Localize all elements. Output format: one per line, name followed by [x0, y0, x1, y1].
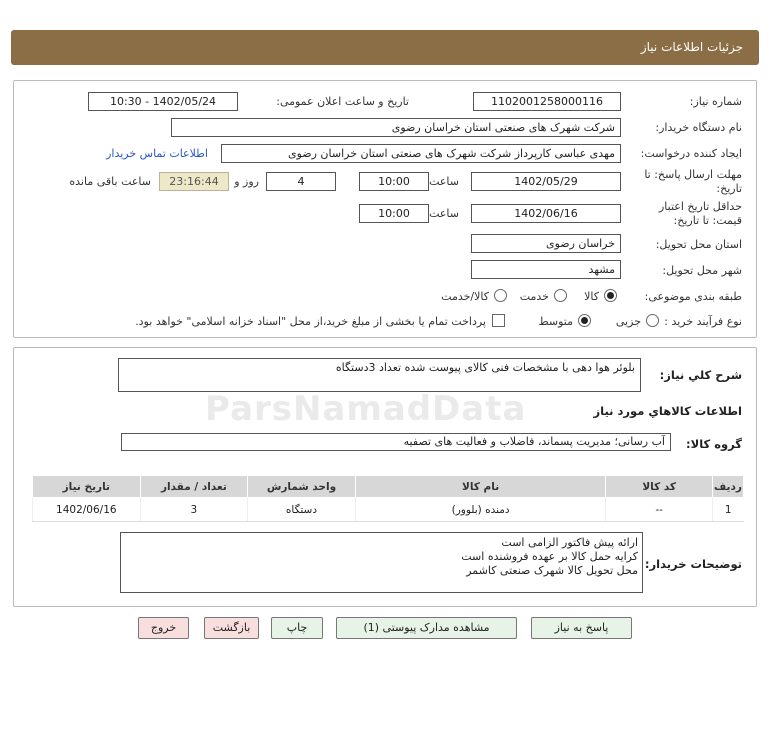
buyer-org-field: شرکت شهرک های صنعتی استان خراسان رضوی: [171, 118, 621, 137]
exit-button[interactable]: خروج: [138, 617, 189, 639]
delivery-province-label: استان محل تحویل:: [655, 238, 742, 251]
category-radio-service[interactable]: [554, 289, 567, 302]
col-row: ردیف: [711, 475, 745, 498]
response-time-label: ساعت: [429, 175, 459, 188]
need-number-field: 1102001258000116: [473, 92, 621, 111]
purchase-type-label: نوع فرآیند خرید :: [664, 315, 742, 328]
summary-field: بلوئر هوا دهی با مشخصات فنی کالای پیوست …: [118, 358, 641, 392]
need-details-panel: شرح کلي نياز: بلوئر هوا دهی با مشخصات فن…: [13, 347, 757, 607]
purchase-type-radio-medium[interactable]: [578, 314, 591, 327]
cell-code: --: [605, 497, 713, 522]
header-bar: جزئیات اطلاعات نیاز: [11, 30, 759, 65]
response-date-field: 1402/05/29: [471, 172, 621, 191]
buyer-note-line: کرایه حمل کالا بر عهده فروشنده است: [461, 550, 638, 563]
goods-table: ردیف کد کالا نام کالا واحد شمارش تعداد /…: [32, 475, 745, 522]
back-button[interactable]: بازگشت: [204, 617, 259, 639]
cell-row: 1: [711, 497, 744, 522]
announce-datetime-field: 1402/05/24 - 10:30: [88, 92, 238, 111]
goods-group-field: آب رسانی؛ مدیریت پسماند، فاضلاب و فعالیت…: [121, 433, 671, 451]
remaining-label: ساعت باقی مانده: [69, 175, 151, 188]
cell-name: دمنده (بلوور): [354, 497, 606, 522]
col-quantity: تعداد / مقدار: [139, 475, 249, 498]
need-number-label: شماره نیاز:: [689, 95, 742, 108]
buyer-notes-box: ارائه پیش فاکتور الزامی است کرایه حمل کا…: [120, 532, 643, 593]
summary-label: شرح کلي نياز:: [659, 368, 742, 382]
page-title: جزئیات اطلاعات نیاز: [640, 40, 743, 54]
view-attachments-button[interactable]: مشاهده مدارک پیوستی (1): [336, 617, 517, 639]
days-field: 4: [266, 172, 336, 191]
cell-unit: دستگاه: [247, 497, 356, 522]
category-radio-goods-service[interactable]: [494, 289, 507, 302]
buyer-note-line: محل تحویل کالا شهرک صنعتی کاشمر: [466, 564, 638, 577]
announce-datetime-label: تاریخ و ساعت اعلان عمومی:: [276, 95, 409, 108]
purchase-type-radio-minor[interactable]: [646, 314, 659, 327]
category-option-service: خدمت: [519, 290, 549, 303]
delivery-city-field: مشهد: [471, 260, 621, 279]
response-deadline-label-2: تاریخ:: [716, 182, 742, 195]
buyer-notes-label: توضیحات خریدار:: [644, 557, 742, 571]
buyer-contact-link[interactable]: اطلاعات تماس خریدار: [106, 147, 208, 160]
days-label: روز و: [234, 175, 259, 188]
buyer-note-line: ارائه پیش فاکتور الزامی است: [501, 536, 638, 549]
treasury-bonds-checkbox[interactable]: [492, 314, 505, 327]
price-validity-label-1: حداقل تاریخ اعتبار: [658, 200, 742, 213]
remaining-timer: 23:16:44: [159, 172, 229, 191]
reply-button[interactable]: پاسخ به نیاز: [531, 617, 632, 639]
col-code: کد کالا: [605, 475, 713, 498]
price-validity-date-field: 1402/06/16: [471, 204, 621, 223]
response-deadline-label-1: مهلت ارسال پاسخ: تا: [644, 168, 742, 181]
purchase-type-option-minor: جزیی: [615, 315, 641, 328]
buyer-org-label: نام دستگاه خریدار:: [655, 121, 742, 134]
response-time-field: 10:00: [359, 172, 429, 191]
delivery-city-label: شهر محل تحویل:: [662, 264, 742, 277]
treasury-bonds-text: پرداخت تمام یا بخشی از مبلغ خرید،از محل …: [135, 315, 486, 328]
price-validity-time-label: ساعت: [429, 207, 459, 220]
goods-info-title: اطلاعات کالاهاي مورد نياز: [593, 404, 742, 418]
watermark: ParsNamadData: [205, 389, 527, 429]
col-name: نام کالا: [354, 475, 607, 498]
col-unit: واحد شمارش: [247, 475, 356, 498]
price-validity-time-field: 10:00: [359, 204, 429, 223]
cell-need-date: 1402/06/16: [32, 497, 141, 522]
delivery-province-field: خراسان رضوی: [471, 234, 621, 253]
cell-quantity: 3: [139, 497, 248, 522]
category-option-goods: کالا: [584, 290, 599, 303]
goods-table-header: ردیف کد کالا نام کالا واحد شمارش تعداد /…: [32, 475, 745, 498]
page: جزئیات اطلاعات نیاز شماره نیاز: 11020012…: [0, 0, 770, 745]
need-info-panel: شماره نیاز: 1102001258000116 تاریخ و ساع…: [13, 80, 757, 338]
requester-label: ایجاد کننده درخواست:: [640, 147, 742, 160]
category-radio-goods[interactable]: [604, 289, 617, 302]
category-label: طبقه بندی موضوعی:: [644, 290, 742, 303]
goods-group-label: گروه کالا:: [686, 437, 742, 451]
table-row: 1 -- دمنده (بلوور) دستگاه 3 1402/06/16: [32, 497, 744, 522]
col-need-date: تاریخ نیاز: [32, 475, 141, 498]
price-validity-label-2: قیمت: تا تاریخ:: [673, 214, 742, 227]
purchase-type-option-medium: متوسط: [538, 315, 573, 328]
category-option-goods-service: کالا/خدمت: [441, 290, 489, 303]
print-button[interactable]: چاپ: [271, 617, 323, 639]
requester-field: مهدی عباسی کارپرداز شرکت شهرک های صنعتی …: [221, 144, 621, 163]
